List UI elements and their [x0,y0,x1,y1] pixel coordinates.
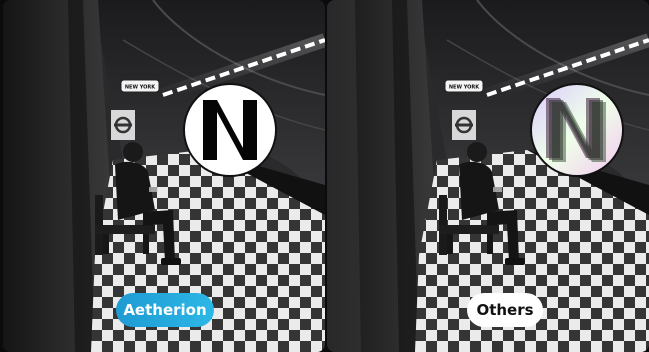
zoom-magnifier-circle [530,83,624,177]
station-sign-text: NEW YORK [125,85,156,91]
others-label-pill[interactable]: Others [467,293,543,327]
comparison-stage: NEW YORK Aetherion NEW YORK Others [0,0,649,352]
panel-aetherion: NEW YORK Aetherion [3,0,325,352]
station-sign-text: NEW YORK [449,85,480,91]
zoom-magnifier-circle [183,83,277,177]
aetherion-label-pill[interactable]: Aetherion [116,293,214,327]
panel-others: NEW YORK Others [327,0,649,352]
